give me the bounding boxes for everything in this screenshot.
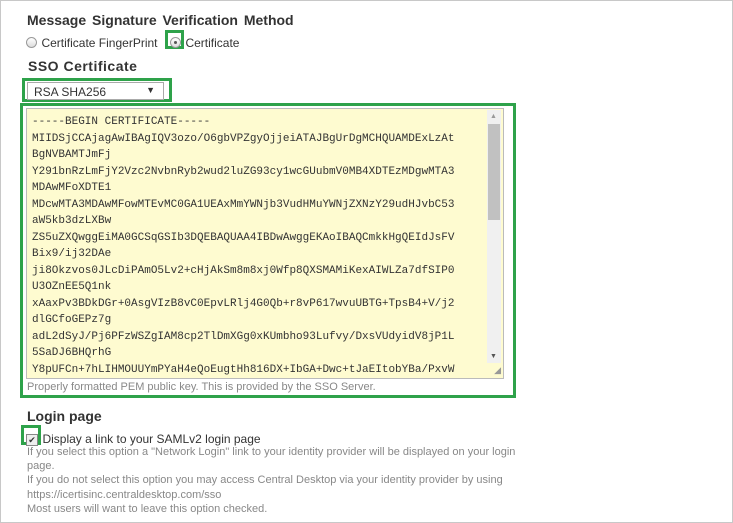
scroll-down-icon[interactable]: ▼	[490, 353, 497, 360]
radio-button[interactable]	[26, 37, 37, 48]
help-line: If you do not select this option you may…	[27, 474, 503, 487]
sso-url: https://icertisinc.centraldesktop.com/ss…	[27, 488, 222, 501]
dropdown-arrow-icon: ▼	[146, 85, 155, 95]
textarea-scrollbar[interactable]: ▲ ▼	[487, 110, 501, 363]
radio-certificate[interactable]: Certificate	[170, 34, 239, 52]
resize-handle-icon[interactable]: ◢	[494, 365, 501, 376]
login-help: If you select this option a "Network Log…	[27, 445, 515, 516]
algorithm-select[interactable]: RSA SHA256 ▼	[27, 82, 164, 100]
radio-label: Certificate	[185, 36, 240, 50]
scrollbar-thumb[interactable]	[488, 124, 500, 220]
radio-fingerprint[interactable]: Certificate FingerPrint	[26, 34, 158, 52]
algorithm-value: RSA SHA256	[34, 85, 107, 99]
radio-label: Certificate FingerPrint	[41, 36, 158, 50]
scroll-up-icon[interactable]: ▲	[490, 113, 497, 120]
help-line: Most users will want to leave this optio…	[27, 502, 268, 515]
checkbox-label: Display a link to your SAMLv2 login page	[42, 432, 261, 446]
verification-method-heading: Message Signature Verification Method	[27, 12, 294, 28]
help-line: If you select this option a "Network Log…	[27, 446, 516, 458]
radio-button-selected[interactable]	[170, 37, 181, 48]
certificate-textarea[interactable]: -----BEGIN CERTIFICATE----- MIIDSjCCAjag…	[26, 108, 504, 379]
certificate-help: Properly formatted PEM public key. This …	[27, 381, 376, 393]
certificate-text: -----BEGIN CERTIFICATE----- MIIDSjCCAjag…	[32, 116, 455, 376]
help-line: page.	[27, 460, 55, 473]
login-page-heading: Login page	[27, 408, 102, 424]
sso-certificate-heading: SSO Certificate	[28, 58, 138, 74]
